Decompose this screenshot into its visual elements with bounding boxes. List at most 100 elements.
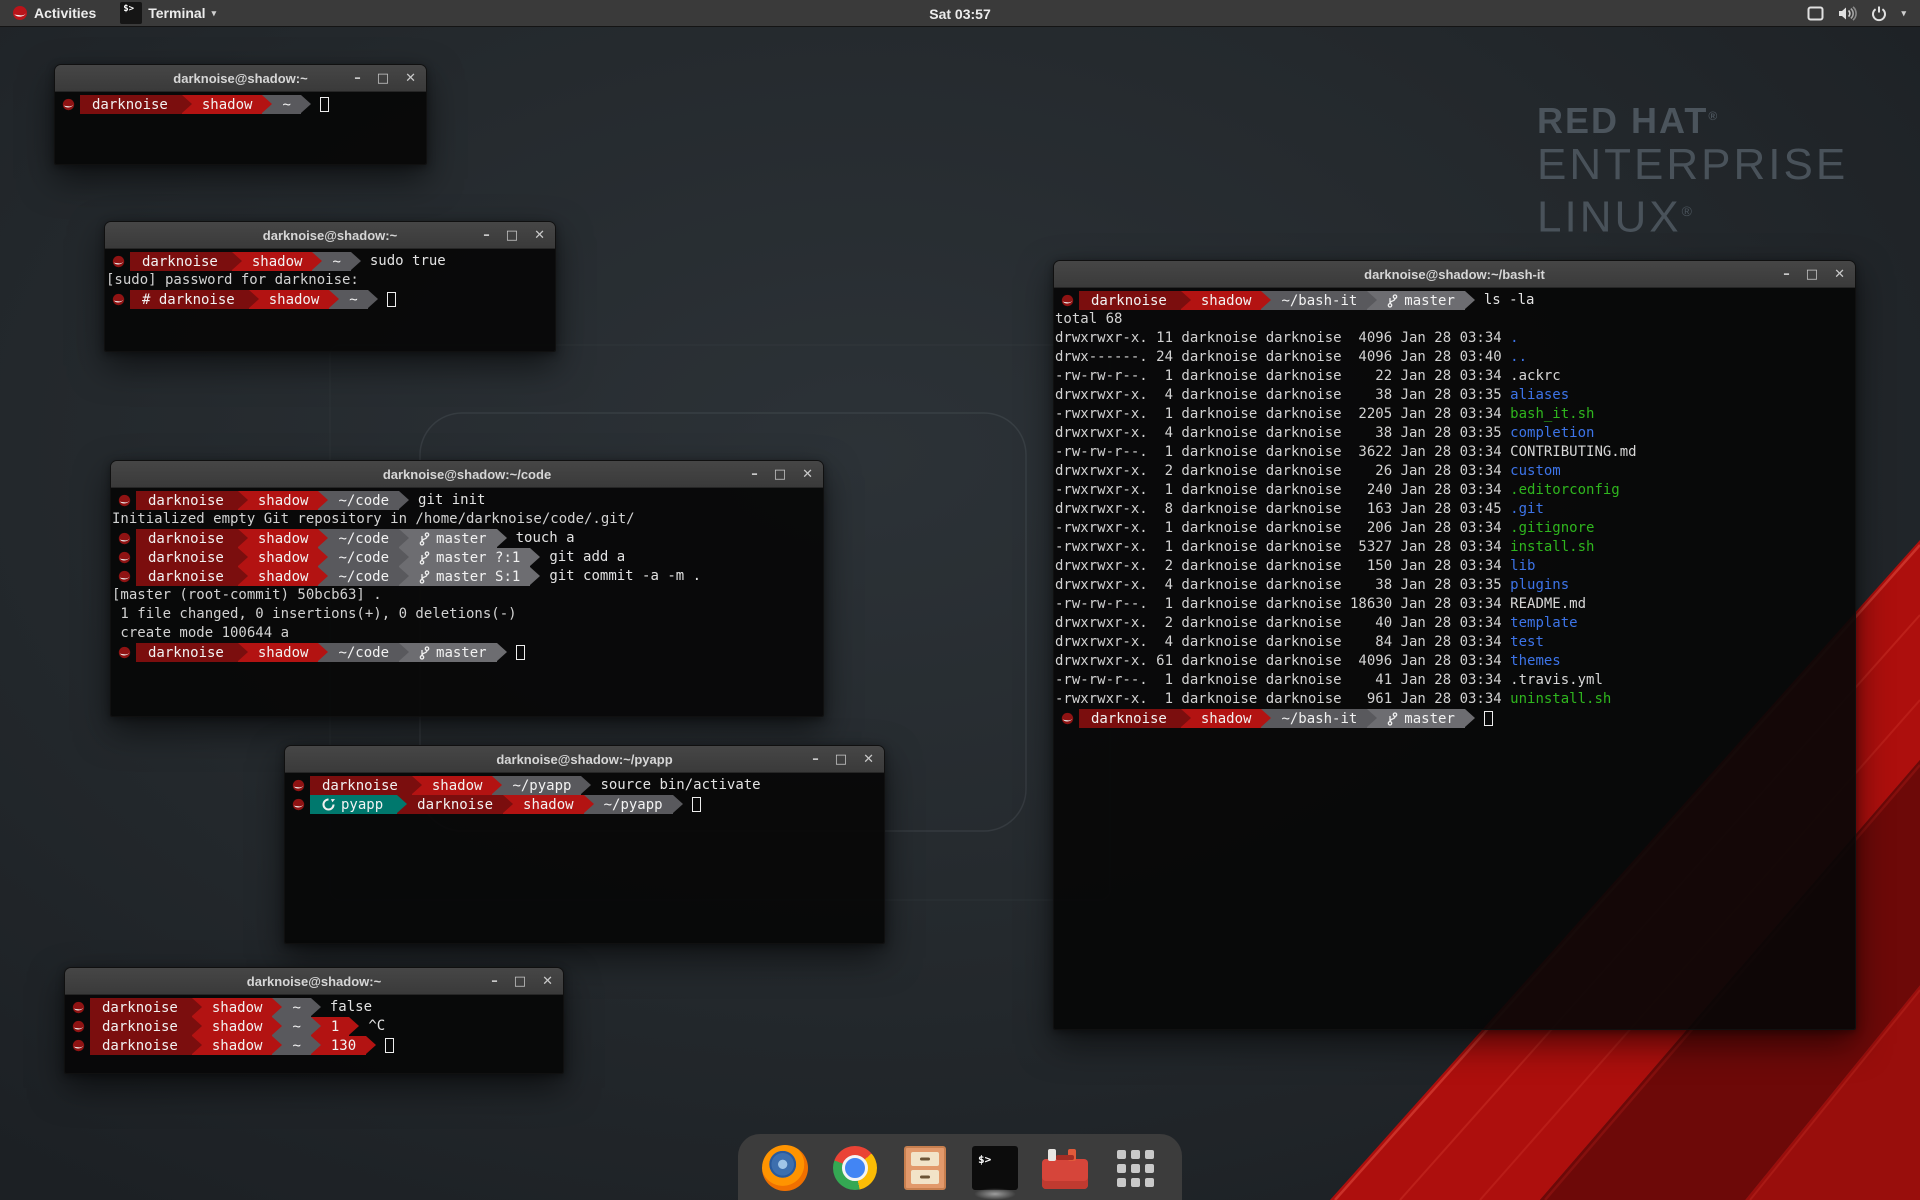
- prompt-segment-label: darknoise: [322, 778, 398, 794]
- app-menu-label: Terminal: [148, 5, 205, 21]
- command-text: ls -la: [1475, 291, 1535, 310]
- dock-item-toolbox[interactable]: [1040, 1143, 1090, 1193]
- powerline-separator-icon: [311, 998, 321, 1017]
- file-meta: drwxrwxr-x. 2 darknoise darknoise 26 Jan…: [1055, 463, 1510, 479]
- terminal-content[interactable]: darknoiseshadow~sudo true[sudo] password…: [105, 249, 555, 351]
- file-name: template: [1510, 615, 1577, 631]
- window-titlebar[interactable]: darknoise@shadow:~ –□ ✕: [105, 222, 555, 249]
- minimize-button[interactable]: –: [812, 746, 819, 773]
- prompt-segment-label: 130: [331, 1038, 356, 1054]
- close-button[interactable]: ✕: [405, 65, 416, 92]
- prompt-segment-path: ~/bash-it: [1271, 709, 1367, 728]
- prompt-segment-path: ~/code: [328, 643, 399, 662]
- file-meta: -rwxrwxr-x. 1 darknoise darknoise 240 Ja…: [1055, 482, 1510, 498]
- tray-caret-icon: ▾: [1901, 8, 1906, 19]
- prompt-segment-path: ~/bash-it: [1271, 291, 1367, 310]
- maximize-button[interactable]: □: [774, 461, 786, 488]
- command-text: false: [321, 998, 372, 1017]
- dock-item-terminal[interactable]: $>: [970, 1143, 1020, 1193]
- powerline-separator-icon: [366, 1036, 376, 1055]
- prompt-segment-user: darknoise: [90, 1036, 192, 1055]
- terminal-content[interactable]: darknoiseshadow~/pyappsource bin/activat…: [285, 773, 884, 943]
- powerline-separator-icon: [238, 529, 248, 548]
- prompt-line: darknoiseshadow~/codemaster S:1git commi…: [112, 567, 822, 586]
- minimize-button[interactable]: –: [1783, 261, 1790, 288]
- prompt-segment-host: shadow: [1191, 709, 1262, 728]
- dock-item-firefox[interactable]: [760, 1143, 810, 1193]
- prompt-segment-branch: master: [409, 529, 497, 548]
- maximize-button[interactable]: □: [514, 968, 526, 995]
- prompt-segment-path: ~/code: [328, 529, 399, 548]
- powerline-separator-icon: [1465, 709, 1475, 728]
- maximize-button[interactable]: □: [1806, 261, 1818, 288]
- redhat-prompt-icon: [286, 776, 310, 795]
- close-button[interactable]: ✕: [534, 222, 545, 249]
- window-title: darknoise@shadow:~: [173, 71, 307, 86]
- dock-item-app-grid[interactable]: [1110, 1143, 1160, 1193]
- file-name: README.md: [1510, 596, 1586, 612]
- minimize-button[interactable]: –: [491, 968, 498, 995]
- powerline-separator-icon: [238, 491, 248, 510]
- maximize-button[interactable]: □: [835, 746, 847, 773]
- clock[interactable]: Sat 03:57: [919, 0, 1000, 27]
- file-name: uninstall.sh: [1510, 691, 1611, 707]
- dock-item-files[interactable]: [900, 1143, 950, 1193]
- close-button[interactable]: ✕: [802, 461, 813, 488]
- terminal-cursor: [387, 292, 396, 307]
- window-titlebar[interactable]: darknoise@shadow:~–□✕: [65, 968, 563, 995]
- command-text: sudo true: [361, 252, 446, 271]
- terminal-window: darknoise@shadow:~ –□ ✕darknoiseshadow~: [54, 64, 427, 165]
- file-meta: -rw-rw-r--. 1 darknoise darknoise 3622 J…: [1055, 444, 1510, 460]
- minimize-button[interactable]: –: [483, 222, 490, 249]
- system-tray[interactable]: ▾: [1799, 0, 1914, 27]
- terminal-content[interactable]: darknoiseshadow~: [55, 92, 426, 164]
- app-menu[interactable]: $> Terminal ▾: [108, 0, 228, 26]
- rhel-logo-redhat: RED HAT®: [1537, 100, 1848, 142]
- prompt-segment-label: darknoise: [1091, 293, 1167, 309]
- file-name: completion: [1510, 425, 1594, 441]
- powerline-separator-icon: [272, 998, 282, 1017]
- powerline-separator-icon: [1181, 291, 1191, 310]
- git-branch-icon: [1387, 712, 1398, 726]
- prompt-line: darknoiseshadow~/codemastertouch a: [112, 529, 822, 548]
- prompt-segment-label: shadow: [1201, 293, 1252, 309]
- close-button[interactable]: ✕: [542, 968, 553, 995]
- minimize-button[interactable]: –: [354, 65, 361, 92]
- window-titlebar[interactable]: darknoise@shadow:~ –□ ✕: [55, 65, 426, 92]
- prompt-segment-label: ~/bash-it: [1281, 711, 1357, 727]
- terminal-output-line: [master (root-commit) 50bcb63] .: [112, 586, 822, 605]
- terminal-content[interactable]: darknoiseshadow~falsedarknoiseshadow~1^C…: [65, 995, 563, 1073]
- file-list-row: -rwxrwxr-x. 1 darknoise darknoise 240 Ja…: [1055, 481, 1854, 500]
- terminal-content[interactable]: darknoiseshadow~/bash-itmasterls -latota…: [1054, 288, 1855, 1029]
- prompt-segment-venv: pyapp: [310, 795, 397, 814]
- maximize-button[interactable]: □: [506, 222, 518, 249]
- prompt-segment-label: master S:1: [436, 569, 520, 585]
- close-button[interactable]: ✕: [1834, 261, 1845, 288]
- command-text: touch a: [507, 529, 575, 548]
- terminal-content[interactable]: darknoiseshadow~/codegit initInitialized…: [111, 488, 823, 716]
- powerline-separator-icon: [412, 776, 422, 795]
- powerline-separator-icon: [272, 1017, 282, 1036]
- file-name: .ackrc: [1510, 368, 1561, 384]
- maximize-button[interactable]: □: [377, 65, 389, 92]
- close-button[interactable]: ✕: [863, 746, 874, 773]
- window-titlebar[interactable]: darknoise@shadow:~/code–□✕: [111, 461, 823, 488]
- window-controls: –□ ✕: [483, 222, 545, 249]
- terminal-cursor: [516, 645, 525, 660]
- activities-button[interactable]: Activities: [0, 0, 108, 26]
- terminal-window: darknoise@shadow:~/code–□✕darknoiseshado…: [110, 460, 824, 717]
- window-titlebar[interactable]: darknoise@shadow:~/pyapp–□✕: [285, 746, 884, 773]
- firefox-icon: [762, 1145, 808, 1191]
- minimize-button[interactable]: –: [751, 461, 758, 488]
- dock-item-chrome[interactable]: [830, 1143, 880, 1193]
- prompt-segment-user: darknoise: [136, 567, 238, 586]
- window-title: darknoise@shadow:~: [263, 228, 397, 243]
- window-titlebar[interactable]: darknoise@shadow:~/bash-it–□✕: [1054, 261, 1855, 288]
- file-list-row: -rw-rw-r--. 1 darknoise darknoise 41 Jan…: [1055, 671, 1854, 690]
- window-controls: –□ ✕: [491, 968, 553, 995]
- powerline-separator-icon: [238, 548, 248, 567]
- terminal-cursor: [692, 797, 701, 812]
- prompt-segment-branch: master: [1377, 291, 1465, 310]
- prompt-segment-host: shadow: [248, 548, 319, 567]
- file-name: custom: [1510, 463, 1561, 479]
